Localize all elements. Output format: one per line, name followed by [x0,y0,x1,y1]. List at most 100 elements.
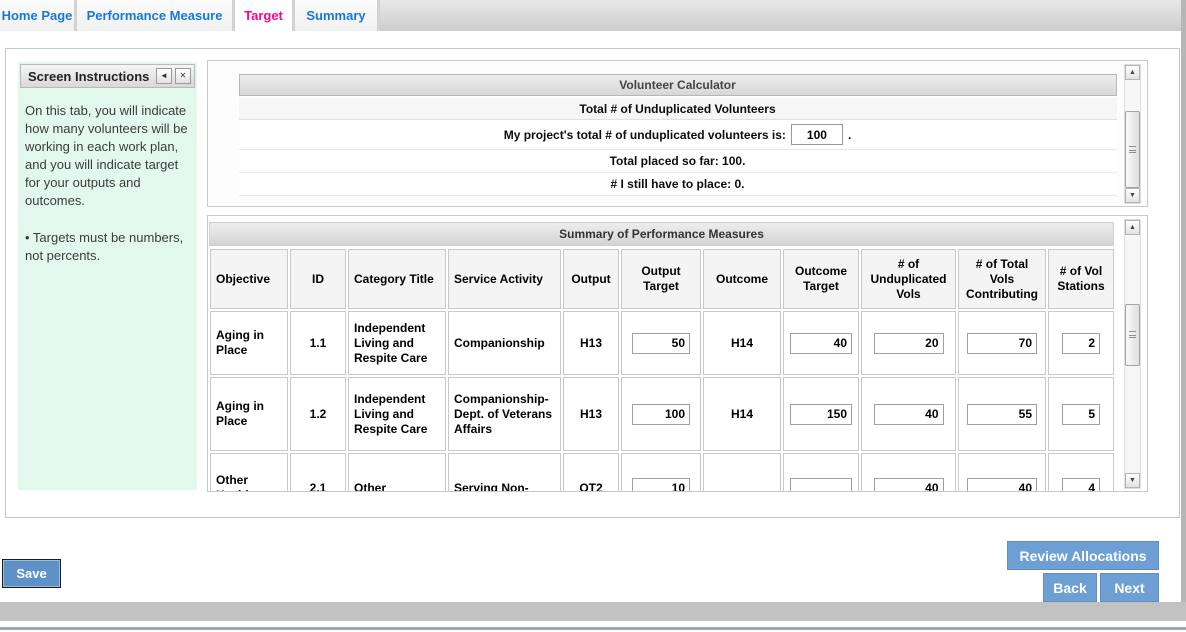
volunteer-calculator-title: Volunteer Calculator [239,74,1117,96]
table-scrollbar-thumb[interactable] [1125,304,1140,366]
col-service-activity: Service Activity [448,249,561,309]
outcome-cell [703,453,781,492]
scroll-down-icon[interactable]: ▼ [1125,473,1140,488]
unduplicated-volunteers-suffix: . [848,128,851,142]
instructions-bullet: • Targets must be numbers, not percents. [25,229,190,265]
activity-cell: Serving Non- [448,453,561,492]
col-total-vols-contributing: # of Total Vols Contributing [958,249,1046,309]
unduplicated-volunteers-input[interactable] [791,124,843,145]
table-row: Other Healthy 2.1 Other Serving Non- OT2 [210,453,1114,492]
unduplicated-vols-input[interactable] [874,478,944,493]
calculator-scrollbar[interactable]: ▲ ▼ [1124,64,1141,204]
output-target-input[interactable] [632,333,690,354]
scroll-up-icon[interactable]: ▲ [1125,65,1140,80]
id-cell: 1.1 [290,311,346,375]
instructions-paragraph: On this tab, you will indicate how many … [25,102,190,210]
collapse-panel-icon[interactable]: ◄ [156,68,172,84]
col-output: Output [563,249,619,309]
outcome-target-cell [783,377,859,451]
footer-bar [0,602,1186,621]
tab-bar: Home Page Performance Measure Target Sum… [0,0,1181,31]
window-right-border [1181,0,1186,602]
category-cell: Independent Living and Respite Care [348,377,446,451]
unduplicated-vols-input[interactable] [874,404,944,425]
output-target-cell [621,311,701,375]
col-id: ID [290,249,346,309]
vol-stations-cell [1048,311,1114,375]
col-unduplicated-vols: # of Unduplicated Vols [861,249,956,309]
vol-stations-input[interactable] [1062,478,1100,493]
save-button[interactable]: Save [2,559,61,588]
output-target-input[interactable] [632,478,690,493]
table-row: Aging in Place 1.2 Independent Living an… [210,377,1114,451]
unduplicated-vols-input[interactable] [874,333,944,354]
calculator-scrollbar-thumb[interactable] [1125,111,1140,188]
outcome-target-cell [783,311,859,375]
table-scrollbar[interactable]: ▲ ▼ [1124,219,1141,489]
performance-measures-title: Summary of Performance Measures [209,222,1114,246]
screen-instructions-title: Screen Instructions [28,69,156,84]
output-target-cell [621,453,701,492]
total-vols-cell [958,453,1046,492]
scroll-down-icon[interactable]: ▼ [1125,188,1140,203]
total-vols-input[interactable] [967,478,1037,493]
next-button[interactable]: Next [1100,573,1159,602]
id-cell: 1.2 [290,377,346,451]
objective-cell: Aging in Place [210,377,288,451]
objective-cell: Other Healthy [210,453,288,492]
output-target-input[interactable] [632,404,690,425]
tab-performance-measure[interactable]: Performance Measure [77,0,235,31]
vol-stations-input[interactable] [1062,404,1100,425]
table-row: Aging in Place 1.1 Independent Living an… [210,311,1114,375]
activity-cell: Companionship [448,311,561,375]
outcome-target-input[interactable] [790,404,852,425]
output-target-cell [621,377,701,451]
vol-stations-cell [1048,377,1114,451]
unduplicated-vols-cell [861,311,956,375]
outcome-cell: H14 [703,311,781,375]
id-cell: 2.1 [290,453,346,492]
scroll-up-icon[interactable]: ▲ [1125,220,1140,235]
tab-home-page[interactable]: Home Page [0,0,77,31]
objective-cell: Aging in Place [210,311,288,375]
screen-instructions-header: Screen Instructions ◄ ✕ [20,64,195,88]
outcome-target-input[interactable] [790,478,852,493]
col-outcome-target: Outcome Target [783,249,859,309]
tab-target[interactable]: Target [235,0,295,31]
unduplicated-vols-cell [861,453,956,492]
total-vols-input[interactable] [967,404,1037,425]
unduplicated-volunteers-heading: Total # of Unduplicated Volunteers [239,98,1117,120]
col-vol-stations: # of Vol Stations [1048,249,1114,309]
volunteer-calculator-section: Volunteer Calculator Total # of Unduplic… [207,60,1148,207]
still-to-place-text: # I still have to place: 0. [239,173,1117,196]
output-cell: OT2 [563,453,619,492]
performance-measures-table: Objective ID Category Title Service Acti… [208,247,1116,492]
performance-measures-section: Summary of Performance Measures Objectiv… [207,215,1148,492]
category-cell: Other [348,453,446,492]
total-vols-input[interactable] [967,333,1037,354]
total-placed-text: Total placed so far: 100. [239,150,1117,173]
scrollbar-grip-icon [1129,146,1136,153]
outcome-target-cell [783,453,859,492]
table-header-row: Objective ID Category Title Service Acti… [210,249,1114,309]
category-cell: Independent Living and Respite Care [348,311,446,375]
tab-bar-filler [380,0,1181,31]
activity-cell: Companionship-Dept. of Veterans Affairs [448,377,561,451]
output-cell: H13 [563,377,619,451]
unduplicated-volunteers-row: My project's total # of unduplicated vol… [239,120,1117,150]
col-objective: Objective [210,249,288,309]
back-button[interactable]: Back [1043,573,1097,602]
outcome-target-input[interactable] [790,333,852,354]
vol-stations-input[interactable] [1062,333,1100,354]
review-allocations-button[interactable]: Review Allocations [1007,541,1159,570]
unduplicated-volunteers-label: My project's total # of unduplicated vol… [504,128,786,142]
window-bottom-border [0,627,1186,630]
outcome-cell: H14 [703,377,781,451]
total-vols-cell [958,311,1046,375]
col-outcome: Outcome [703,249,781,309]
tab-summary[interactable]: Summary [295,0,380,31]
vol-stations-cell [1048,453,1114,492]
close-panel-icon[interactable]: ✕ [175,68,191,84]
col-output-target: Output Target [621,249,701,309]
unduplicated-vols-cell [861,377,956,451]
